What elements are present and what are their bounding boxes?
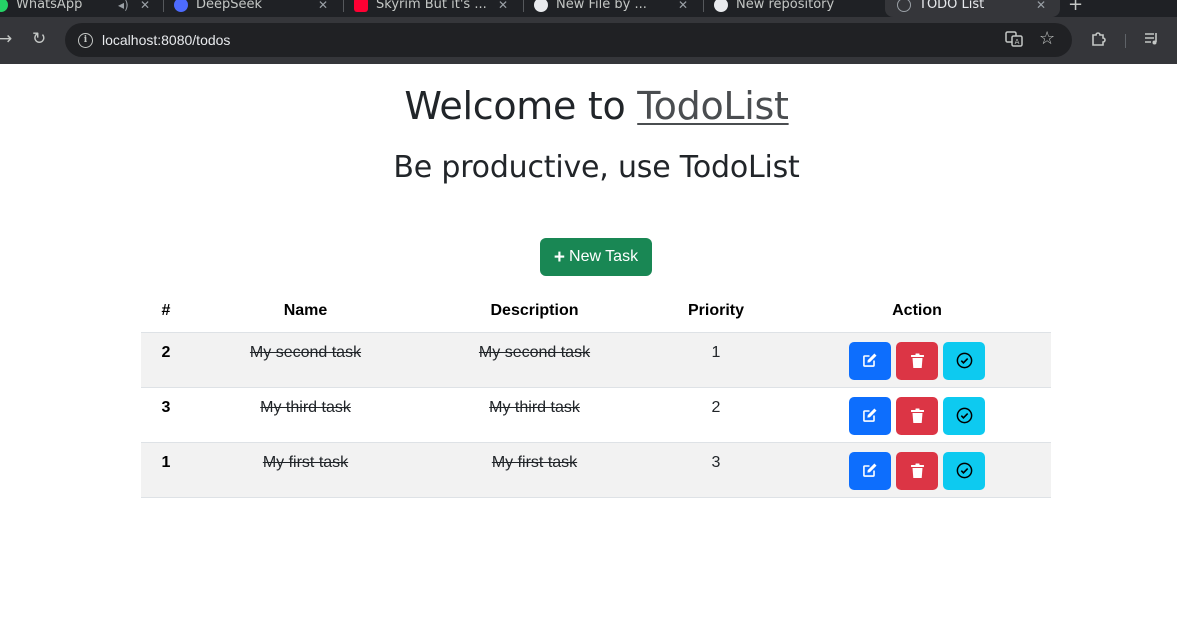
new-tab-plus-icon[interactable]: + xyxy=(1068,0,1083,15)
task-priority: 2 xyxy=(649,387,783,443)
tab-youtube[interactable]: Skyrim But it's ... ✕ xyxy=(354,0,508,17)
task-description: My second task xyxy=(420,332,649,388)
url-text[interactable]: localhost:8080/todos xyxy=(102,32,230,48)
task-actions xyxy=(783,387,1051,443)
page-content: Welcome to TodoList Be productive, use T… xyxy=(0,64,1177,618)
table-row: 2 My second task My second task 1 xyxy=(141,332,1051,388)
trash-icon xyxy=(910,463,924,478)
delete-task-button[interactable] xyxy=(896,451,938,490)
trash-icon xyxy=(910,408,924,423)
task-id: 1 xyxy=(141,442,191,498)
tab-github-file[interactable]: New File by ... ✕ xyxy=(534,0,688,17)
header-description: Description xyxy=(420,290,649,333)
complete-task-button[interactable] xyxy=(943,451,986,490)
header-action: Action xyxy=(783,290,1051,333)
task-name: My third task xyxy=(191,387,420,443)
new-task-label: New Task xyxy=(569,248,639,265)
browser-tab-strip: WhatsApp ◂) ✕ DeepSeek ✕ Skyrim But it's… xyxy=(0,0,1177,17)
media-controls-icon[interactable] xyxy=(1143,30,1161,52)
task-actions xyxy=(783,332,1051,388)
tab-whatsapp[interactable]: WhatsApp ◂) ✕ xyxy=(0,0,150,17)
todolist-home-link[interactable]: TodoList xyxy=(637,84,789,128)
edit-task-button[interactable] xyxy=(848,396,891,435)
github-icon xyxy=(714,0,728,12)
header-name: Name xyxy=(191,290,420,333)
page-title: Welcome to TodoList xyxy=(0,84,1177,128)
close-icon[interactable]: ✕ xyxy=(1036,0,1046,12)
tab-label: TODO List xyxy=(919,0,985,12)
check-circle-icon xyxy=(956,352,973,369)
task-priority: 1 xyxy=(649,332,783,388)
edit-task-button[interactable] xyxy=(848,451,891,490)
tab-label: WhatsApp xyxy=(16,0,83,12)
task-priority: 3 xyxy=(649,442,783,498)
forward-arrow-icon[interactable]: → xyxy=(0,31,12,48)
table-row: 1 My first task My first task 3 xyxy=(141,442,1051,498)
tab-label: New repository xyxy=(736,0,835,12)
table-row: 3 My third task My third task 2 xyxy=(141,387,1051,443)
complete-task-button[interactable] xyxy=(943,396,986,435)
svg-text:A: A xyxy=(1015,38,1020,46)
tab-deepseek[interactable]: DeepSeek ✕ xyxy=(174,0,328,17)
title-prefix: Welcome to xyxy=(404,84,626,128)
check-circle-icon xyxy=(956,462,973,479)
github-icon xyxy=(534,0,548,12)
page-subtitle: Be productive, use TodoList xyxy=(393,150,800,185)
site-info-icon[interactable]: i xyxy=(78,32,93,48)
task-description: My third task xyxy=(420,387,649,443)
todo-table: # Name Description Priority Action 2 My … xyxy=(141,290,1051,498)
close-icon[interactable]: ✕ xyxy=(498,0,508,12)
delete-task-button[interactable] xyxy=(896,341,938,380)
table-header-row: # Name Description Priority Action xyxy=(141,290,1051,333)
extensions-puzzle-icon[interactable] xyxy=(1089,29,1109,53)
close-icon[interactable]: ✕ xyxy=(678,0,688,12)
address-bar[interactable]: i localhost:8080/todos A ☆ xyxy=(65,23,1072,57)
plus-icon: + xyxy=(553,246,566,268)
check-circle-icon xyxy=(956,407,973,424)
edit-icon xyxy=(863,463,877,477)
youtube-icon xyxy=(354,0,368,12)
tab-label: New File by ... xyxy=(556,0,647,12)
delete-task-button[interactable] xyxy=(896,396,938,435)
deepseek-icon xyxy=(174,0,188,12)
reload-icon[interactable]: ↻ xyxy=(32,31,46,48)
close-icon[interactable]: ✕ xyxy=(140,0,150,12)
new-task-button[interactable]: + New Task xyxy=(540,238,652,276)
edit-icon xyxy=(863,353,877,367)
tab-label: DeepSeek xyxy=(196,0,263,12)
task-id: 3 xyxy=(141,387,191,443)
header-id: # xyxy=(141,290,191,333)
globe-icon xyxy=(897,0,911,12)
task-name: My second task xyxy=(191,332,420,388)
complete-task-button[interactable] xyxy=(943,341,986,380)
task-actions xyxy=(783,442,1051,498)
header-priority: Priority xyxy=(649,290,783,333)
task-description: My first task xyxy=(420,442,649,498)
whatsapp-icon xyxy=(0,0,8,12)
trash-icon xyxy=(910,353,924,368)
tab-todo-list[interactable]: TODO List ✕ xyxy=(885,0,1060,17)
tab-label: Skyrim But it's ... xyxy=(376,0,487,12)
tab-github-repo[interactable]: New repository xyxy=(714,0,834,17)
task-id: 2 xyxy=(141,332,191,388)
edit-task-button[interactable] xyxy=(848,341,891,380)
close-icon[interactable]: ✕ xyxy=(318,0,328,12)
task-name: My first task xyxy=(191,442,420,498)
edit-icon xyxy=(863,408,877,422)
bookmark-star-icon[interactable]: ☆ xyxy=(1039,28,1055,49)
translate-icon[interactable]: A xyxy=(1005,30,1023,52)
browser-toolbar: → ↻ i localhost:8080/todos A ☆ xyxy=(0,17,1177,64)
tab-audio-icon: ◂) xyxy=(118,0,129,12)
